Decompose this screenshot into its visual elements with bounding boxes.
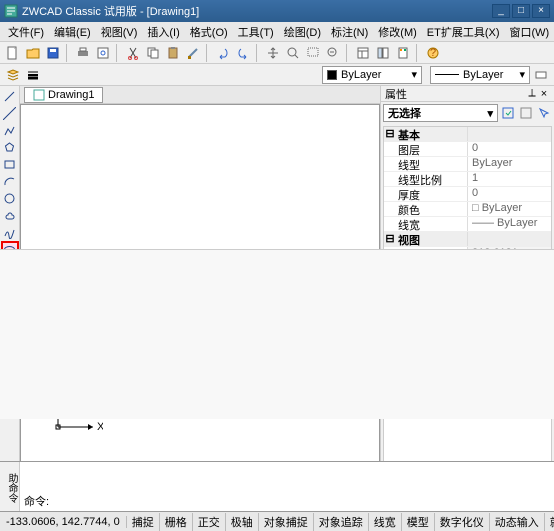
pickadd-icon[interactable] xyxy=(518,105,534,121)
dyn-toggle[interactable]: 动态输入 xyxy=(490,513,545,531)
lineweight-button[interactable] xyxy=(24,66,42,84)
prop-group: 视图 xyxy=(396,232,468,246)
minimize-button[interactable]: _ xyxy=(492,4,510,18)
cut-button[interactable] xyxy=(124,44,142,62)
layer-toolbar: ByLayer▾ ByLayer▾ xyxy=(0,64,554,86)
designcenter-button[interactable] xyxy=(374,44,392,62)
copy-button[interactable] xyxy=(144,44,162,62)
doc-tab-drawing1[interactable]: Drawing1 xyxy=(24,87,103,103)
lower-canvas xyxy=(0,249,554,419)
lwt-toggle[interactable]: 线宽 xyxy=(369,513,402,531)
new-button[interactable] xyxy=(4,44,22,62)
cmd-prompt: 命令: xyxy=(24,493,550,509)
prop-row[interactable]: 线型ByLayer xyxy=(384,157,551,172)
revcloud-tool[interactable] xyxy=(1,207,19,223)
layer-manager-button[interactable] xyxy=(4,66,22,84)
command-area: 助命令 命令: xyxy=(0,461,554,511)
color-combo[interactable]: ByLayer▾ xyxy=(322,66,422,84)
ready-status: 就绪 xyxy=(545,513,554,531)
prop-row[interactable]: 线型比例1 xyxy=(384,172,551,187)
prop-group-视图[interactable]: ⊟视图 xyxy=(384,232,551,247)
prop-row[interactable]: 厚度0 xyxy=(384,187,551,202)
help-button[interactable]: ? xyxy=(424,44,442,62)
pan-button[interactable] xyxy=(264,44,282,62)
window-title: ZWCAD Classic 试用版 - [Drawing1] xyxy=(22,3,490,19)
app-icon xyxy=(4,4,18,18)
selection-combo[interactable]: 无选择▾ xyxy=(383,104,498,122)
properties-button[interactable] xyxy=(354,44,372,62)
panel-header: 属性 ⟂ × xyxy=(381,86,554,102)
menu-tools[interactable]: 工具(T) xyxy=(234,24,278,40)
menu-window[interactable]: 窗口(W) xyxy=(506,24,554,40)
redo-button[interactable] xyxy=(234,44,252,62)
undo-button[interactable] xyxy=(214,44,232,62)
selection-row: 无选择▾ xyxy=(381,102,554,124)
menu-draw[interactable]: 绘图(D) xyxy=(280,24,325,40)
open-button[interactable] xyxy=(24,44,42,62)
arc-tool[interactable] xyxy=(1,173,19,189)
print-button[interactable] xyxy=(74,44,92,62)
model-toggle[interactable]: 模型 xyxy=(402,513,435,531)
center-panel: Drawing1 Y X |◀ ◀ ▶ ▶| Model 布局1 布局2 xyxy=(20,86,380,489)
cmdside-label: 助命令 xyxy=(0,462,20,511)
pline-tool[interactable] xyxy=(1,122,19,138)
command-line[interactable]: 命令: xyxy=(20,462,554,511)
matchprop-button[interactable] xyxy=(184,44,202,62)
svg-text:X: X xyxy=(97,421,103,433)
prop-row[interactable]: 线宽—— ByLayer xyxy=(384,217,551,232)
coords-readout[interactable]: -133.0606, 142.7744, 0 xyxy=(0,516,127,528)
menu-view[interactable]: 视图(V) xyxy=(97,24,142,40)
menu-format[interactable]: 格式(O) xyxy=(186,24,232,40)
document-tabs: Drawing1 xyxy=(20,86,380,104)
preview-button[interactable] xyxy=(94,44,112,62)
linetype-mgr-button[interactable] xyxy=(532,66,550,84)
polygon-tool[interactable] xyxy=(1,139,19,155)
close-button[interactable]: × xyxy=(532,4,550,18)
zoom-prev-button[interactable] xyxy=(324,44,342,62)
tablet-toggle[interactable]: 数字化仪 xyxy=(435,513,490,531)
snap-toggle[interactable]: 捕捉 xyxy=(127,513,160,531)
menu-et[interactable]: ET扩展工具(X) xyxy=(423,24,504,40)
prop-row[interactable]: 颜色□ ByLayer xyxy=(384,202,551,217)
quickselect-icon[interactable] xyxy=(500,105,516,121)
osnap-toggle[interactable]: 对象捕捉 xyxy=(259,513,314,531)
ortho-toggle[interactable]: 正交 xyxy=(193,513,226,531)
menubar: 文件(F) 编辑(E) 视图(V) 插入(I) 格式(O) 工具(T) 绘图(D… xyxy=(0,22,554,42)
svg-text:?: ? xyxy=(430,47,436,59)
menu-dim[interactable]: 标注(N) xyxy=(327,24,372,40)
otrack-toggle[interactable]: 对象追踪 xyxy=(314,513,369,531)
paste-button[interactable] xyxy=(164,44,182,62)
dwg-icon xyxy=(33,89,45,101)
main-area: A Drawing1 Y X |◀ ◀ ▶ ▶| Model xyxy=(0,86,554,489)
save-button[interactable] xyxy=(44,44,62,62)
prop-group-基本[interactable]: ⊟基本 xyxy=(384,127,551,142)
linetype-combo[interactable]: ByLayer▾ xyxy=(430,66,530,84)
menu-file[interactable]: 文件(F) xyxy=(4,24,48,40)
standard-toolbar: ? xyxy=(0,42,554,64)
menu-insert[interactable]: 插入(I) xyxy=(143,24,183,40)
zoom-win-button[interactable] xyxy=(304,44,322,62)
circle-tool[interactable] xyxy=(1,190,19,206)
grid-toggle[interactable]: 栅格 xyxy=(160,513,193,531)
prop-row[interactable]: 图层0 xyxy=(384,142,551,157)
line-tool[interactable] xyxy=(1,88,19,104)
panel-title: 属性 xyxy=(385,86,526,102)
maximize-button[interactable]: □ xyxy=(512,4,530,18)
statusbar: -133.0606, 142.7744, 0 捕捉 栅格 正交 极轴 对象捕捉 … xyxy=(0,511,554,531)
pin-icon[interactable]: ⟂ xyxy=(526,87,538,100)
xline-tool[interactable] xyxy=(1,105,19,121)
titlebar: ZWCAD Classic 试用版 - [Drawing1] _ □ × xyxy=(0,0,554,22)
spline-tool[interactable] xyxy=(1,224,19,240)
menu-edit[interactable]: 编辑(E) xyxy=(50,24,95,40)
toolpal-button[interactable] xyxy=(394,44,412,62)
menu-modify[interactable]: 修改(M) xyxy=(374,24,421,40)
prop-group: 基本 xyxy=(396,127,468,141)
zoom-rt-button[interactable] xyxy=(284,44,302,62)
polar-toggle[interactable]: 极轴 xyxy=(226,513,259,531)
select-obj-icon[interactable] xyxy=(536,105,552,121)
panel-close-icon[interactable]: × xyxy=(538,88,550,100)
rectangle-tool[interactable] xyxy=(1,156,19,172)
